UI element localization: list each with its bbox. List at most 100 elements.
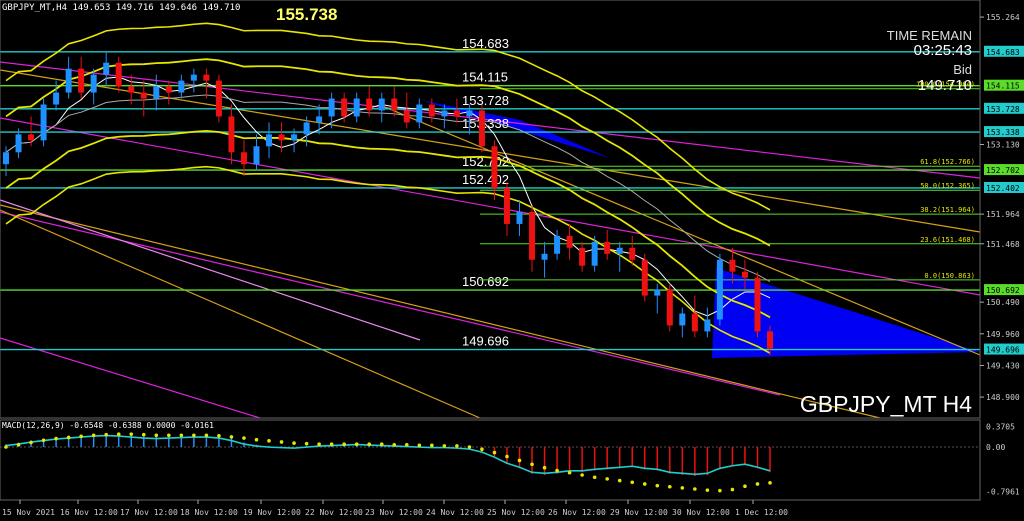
time-tick-8: 25 Nov 12:00 <box>487 508 545 517</box>
macd-signal-dot-32 <box>404 442 409 447</box>
level-tag-text-152.402: 152.402 <box>986 184 1020 193</box>
macd-signal-dot-50 <box>630 480 635 485</box>
candle-body-51 <box>641 259 648 296</box>
macd-signal-dot-12 <box>154 433 159 438</box>
macd-signal-dot-60 <box>755 482 760 486</box>
macd-tick-0.00: 0.00 <box>986 443 1005 452</box>
time-tick-5: 22 Nov 12:00 <box>305 508 363 517</box>
macd-signal-dot-31 <box>392 442 397 447</box>
macd-signal-dot-39 <box>492 450 497 455</box>
time-tick-6: 23 Nov 12:00 <box>365 508 423 517</box>
candle-body-58 <box>729 259 736 272</box>
macd-signal-dot-6 <box>79 434 83 439</box>
candle-body-40 <box>503 188 510 224</box>
macd-signal-dot-44 <box>555 468 559 473</box>
bid-value: 149.710 <box>918 77 972 94</box>
macd-signal-dot-0 <box>4 445 8 449</box>
candle-body-43 <box>541 253 548 260</box>
macd-signal-dot-1 <box>16 442 21 447</box>
candle-body-12 <box>153 86 160 99</box>
macd-signal-dot-61 <box>768 481 772 485</box>
macd-signal-dot-7 <box>91 433 96 438</box>
candle-body-47 <box>591 241 598 266</box>
candle-body-6 <box>78 68 85 93</box>
level-label-154.115: 154.115 <box>462 70 508 85</box>
fib-label-61.8(152.766): 61.8(152.766) <box>920 158 975 166</box>
price-tick-149.430: 149.430 <box>986 361 1020 370</box>
price-tick-153.130: 153.130 <box>986 141 1020 150</box>
macd-signal-dot-53 <box>668 484 672 489</box>
macd-signal-dot-33 <box>417 443 422 448</box>
macd-signal-dot-49 <box>617 478 622 483</box>
time-tick-0: 15 Nov 2021 <box>2 508 55 517</box>
macd-tick-0.3705: 0.3705 <box>986 422 1015 431</box>
candle-body-55 <box>691 313 698 332</box>
price-chart[interactable]: 154.683154.683154.115154.115153.728153.7… <box>0 0 1024 521</box>
candle-body-21 <box>266 134 273 147</box>
candle-body-27 <box>341 98 348 117</box>
candle-body-54 <box>679 313 686 326</box>
candle-body-13 <box>165 86 172 93</box>
macd-signal-dot-38 <box>480 447 484 452</box>
candle-body-41 <box>516 211 523 224</box>
chart-info: GBPJPY_MT,H4 149.653 149.716 149.646 149… <box>2 3 240 13</box>
candle-body-19 <box>240 152 247 165</box>
candle-body-29 <box>366 98 373 111</box>
candle-body-28 <box>353 98 360 117</box>
macd-signal-dot-47 <box>592 475 597 480</box>
candle-body-30 <box>378 98 385 111</box>
candle-body-33 <box>416 104 423 123</box>
time-tick-7: 24 Nov 12:00 <box>426 508 484 517</box>
time-remain-value: 03:25:43 <box>914 42 972 59</box>
macd-signal-dot-45 <box>567 470 572 475</box>
candle-body-56 <box>704 319 711 332</box>
macd-signal-dot-5 <box>66 435 71 440</box>
macd-signal-dot-51 <box>642 482 647 486</box>
candle-body-60 <box>754 277 761 332</box>
candle-body-15 <box>190 74 197 81</box>
macd-signal-dot-48 <box>605 477 609 481</box>
time-tick-11: 30 Nov 12:00 <box>672 508 730 517</box>
macd-signal-dot-52 <box>655 483 660 488</box>
macd-signal-dot-15 <box>192 433 196 438</box>
macd-signal-dot-3 <box>41 438 46 443</box>
level-label-149.696: 149.696 <box>462 334 509 349</box>
level-label-154.683: 154.683 <box>462 36 509 51</box>
candle-body-42 <box>529 211 536 260</box>
candle-body-57 <box>716 259 723 320</box>
macd-signal-dot-40 <box>505 454 509 459</box>
macd-signal-dot-2 <box>29 440 33 445</box>
level-label-152.402: 152.402 <box>462 172 509 187</box>
candle-body-9 <box>115 62 122 87</box>
candle-body-34 <box>428 104 435 117</box>
macd-signal-dot-18 <box>229 435 234 439</box>
macd-signal-dot-14 <box>179 433 184 438</box>
time-tick-4: 19 Nov 12:00 <box>243 508 301 517</box>
candle-body-61 <box>767 331 773 349</box>
candle-body-48 <box>604 241 611 254</box>
candle-body-1 <box>15 134 22 153</box>
candle-body-23 <box>291 134 298 141</box>
candle-body-8 <box>103 62 110 75</box>
price-tick-148.900: 148.900 <box>986 393 1020 402</box>
macd-signal-dot-59 <box>743 484 747 489</box>
price-tick-151.964: 151.964 <box>986 210 1020 219</box>
candle-body-38 <box>478 110 485 147</box>
macd-signal-dot-4 <box>54 436 58 441</box>
level-tag-text-154.683: 154.683 <box>986 48 1020 57</box>
candle-body-20 <box>253 146 260 165</box>
macd-signal-dot-22 <box>279 440 284 444</box>
candle-body-4 <box>53 92 60 105</box>
macd-signal-dot-9 <box>116 432 121 436</box>
candle-body-52 <box>654 289 661 296</box>
macd-signal-dot-57 <box>718 488 722 493</box>
candle-body-18 <box>228 116 235 153</box>
price-tick-151.468: 151.468 <box>986 240 1020 249</box>
fib-label-23.6(151.468): 23.6(151.468) <box>920 236 975 244</box>
candle-body-14 <box>178 80 185 93</box>
candle-body-45 <box>566 235 573 248</box>
candle-body-37 <box>466 110 473 117</box>
macd-signal-dot-26 <box>329 442 334 447</box>
candle-body-24 <box>303 122 310 135</box>
candle-body-31 <box>391 98 398 111</box>
